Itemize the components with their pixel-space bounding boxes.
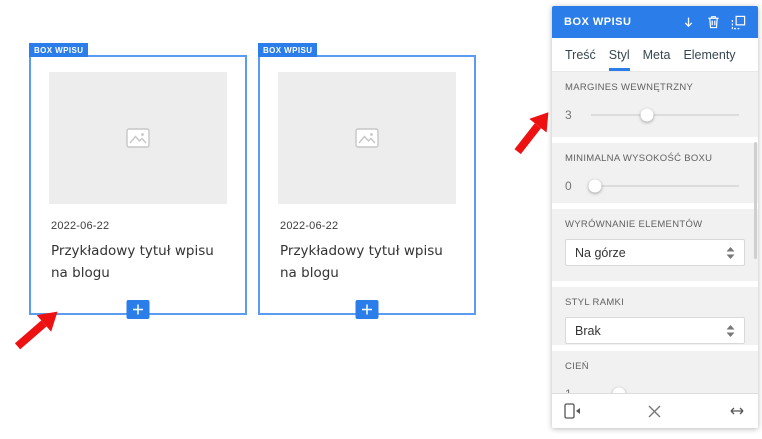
add-item-button[interactable] — [355, 300, 379, 319]
post-title: Przykładowy tytuł wpisu na blogu — [280, 243, 443, 281]
plus-icon — [362, 304, 372, 315]
close-icon[interactable] — [648, 405, 661, 418]
image-icon — [126, 128, 150, 148]
box-wpisu-tag[interactable]: BOX WPISU — [258, 43, 318, 57]
scrollbar-thumb[interactable] — [754, 142, 757, 259]
select-value: Brak — [575, 323, 601, 338]
setting-minimalna-wysokosc: MINIMALNA WYSOKOŚĆ BOXU 0 — [552, 143, 758, 203]
tab-styl[interactable]: Styl — [608, 38, 630, 71]
panel-body: MARGINES WEWNĘTRZNY 3 MINIMALNA WYSOKOŚĆ… — [552, 72, 758, 393]
image-placeholder — [49, 72, 227, 204]
panel-title: BOX WPISU — [564, 16, 632, 28]
setting-label: MARGINES WEWNĘTRZNY — [565, 82, 694, 93]
select-arrows-icon — [726, 246, 735, 259]
post-box-card-1[interactable]: BOX WPISU 2022-06-22 Przykładowy tytuł w… — [29, 43, 247, 319]
duplicate-icon[interactable] — [730, 14, 746, 30]
slider-value: 0 — [565, 179, 572, 193]
slider-value: 3 — [565, 108, 572, 122]
mobile-preview-icon[interactable] — [564, 403, 581, 419]
red-arrow-annotation-2 — [509, 106, 557, 159]
min-height-slider[interactable] — [588, 179, 739, 193]
setting-label: MINIMALNA WYSOKOŚĆ BOXU — [565, 153, 713, 164]
setting-wyrownanie-elementow: WYRÓWNANIE ELEMENTÓW Na górze — [552, 209, 758, 281]
setting-styl-ramki: STYL RAMKI Brak — [552, 287, 758, 345]
tab-meta[interactable]: Meta — [643, 38, 671, 71]
post-title: Przykładowy tytuł wpisu na blogu — [51, 243, 214, 281]
setting-label: WYRÓWNANIE ELEMENTÓW — [565, 219, 703, 230]
padding-slider[interactable] — [591, 108, 739, 122]
tab-elementy[interactable]: Elementy — [683, 38, 735, 71]
item-options-panel: BOX WPISU Treść Styl Meta Elementy MARGI… — [552, 6, 758, 428]
border-style-select[interactable]: Brak — [565, 317, 745, 344]
slider-handle[interactable] — [588, 179, 602, 193]
image-icon — [355, 128, 379, 148]
post-date: 2022-06-22 — [51, 220, 110, 232]
setting-label: STYL RAMKI — [565, 297, 625, 308]
add-item-button[interactable] — [126, 300, 150, 319]
select-value: Na górze — [575, 245, 626, 260]
select-arrows-icon — [726, 324, 735, 337]
post-box-card-2[interactable]: BOX WPISU 2022-06-22 Przykładowy tytuł w… — [258, 43, 476, 319]
image-placeholder — [278, 72, 456, 204]
setting-label: CIEŃ — [565, 361, 589, 372]
tab-tresc[interactable]: Treść — [565, 38, 596, 71]
arrow-down-icon[interactable] — [680, 14, 696, 30]
tab-bar: Treść Styl Meta Elementy — [552, 38, 758, 72]
post-date: 2022-06-22 — [280, 220, 339, 232]
trash-icon[interactable] — [705, 14, 721, 30]
alignment-select[interactable]: Na górze — [565, 239, 745, 266]
setting-margines-wewnetrzny: MARGINES WEWNĘTRZNY 3 — [552, 72, 758, 137]
resize-horizontal-icon[interactable] — [728, 406, 746, 416]
panel-footer — [552, 393, 758, 428]
setting-cien: CIEŃ 1 — [552, 351, 758, 393]
panel-header: BOX WPISU — [552, 6, 758, 38]
plus-icon — [133, 304, 143, 315]
box-wpisu-tag[interactable]: BOX WPISU — [29, 43, 89, 57]
slider-handle[interactable] — [640, 108, 654, 122]
builder-canvas: BOX WPISU 2022-06-22 Przykładowy tytuł w… — [0, 0, 762, 439]
